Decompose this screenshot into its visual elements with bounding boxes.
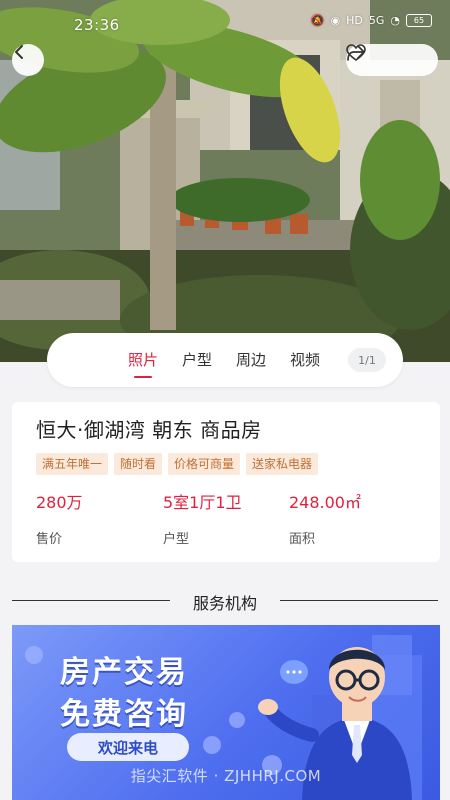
section-title: 服务机构 (192, 594, 257, 613)
wifi-icon: ◔ (390, 14, 400, 27)
photo-counter: 1/1 (348, 348, 386, 372)
layout-label: 户型 (163, 532, 190, 547)
consultation-banner[interactable]: 房产交易 免费咨询 欢迎来电 指尖汇软件 · ZJHHRJ.COM (12, 625, 440, 800)
tag: 价格可商量 (168, 453, 241, 475)
status-time: 23:36 (74, 16, 120, 34)
listing-title: 恒大·御湖湾 朝东 商品房 (36, 418, 262, 442)
signal-icon: 5G (368, 14, 385, 27)
favorite-button[interactable] (346, 44, 429, 74)
top-actions (346, 44, 438, 76)
tab-video[interactable]: 视频 (290, 333, 320, 387)
listing-photo[interactable]: 23:36 🔕 ◉ HD 5G ◔ 65 (0, 0, 450, 362)
price-value: 280万 (36, 493, 83, 512)
watermark-text: 指尖汇软件 · ZJHHRJ.COM (130, 767, 322, 785)
mute-icon: 🔕 (310, 14, 325, 27)
area-stat: 248.00㎡ 面积 (289, 489, 361, 547)
media-tabs: 照片 户型 周边 视频 1/1 (47, 333, 403, 387)
tag: 随时看 (114, 453, 163, 475)
back-button[interactable] (12, 44, 44, 76)
alarm-icon: ◉ (330, 14, 341, 27)
battery-icon: 65 (406, 14, 432, 27)
price-label: 售价 (36, 532, 63, 547)
hd-icon: HD (346, 14, 363, 27)
tab-photos[interactable]: 照片 (128, 333, 158, 387)
heart-icon (346, 44, 366, 61)
service-section-heading: 服务机构 (12, 588, 438, 613)
call-us-button[interactable]: 欢迎来电 (67, 733, 189, 761)
banner-headline-2: 免费咨询 (60, 697, 188, 732)
banner-headline-1: 房产交易 (60, 655, 188, 690)
price-stat: 280万 售价 (36, 489, 83, 547)
layout-value: 5室1厅1卫 (163, 493, 242, 512)
tag: 满五年唯一 (36, 453, 109, 475)
tab-floorplan[interactable]: 户型 (182, 333, 212, 387)
listing-info-card: 恒大·御湖湾 朝东 商品房 满五年唯一 随时看 价格可商量 送家私电器 280万… (12, 402, 440, 562)
area-label: 面积 (289, 532, 316, 547)
chevron-left-icon (15, 45, 23, 59)
area-value: 248.00㎡ (289, 493, 361, 512)
tab-surroundings[interactable]: 周边 (236, 333, 266, 387)
divider (280, 600, 438, 601)
tag: 送家私电器 (246, 453, 319, 475)
status-bar: 23:36 🔕 ◉ HD 5G ◔ 65 (0, 0, 450, 50)
status-icons: 🔕 ◉ HD 5G ◔ 65 (311, 14, 432, 27)
layout-stat: 5室1厅1卫 户型 (163, 489, 242, 547)
listing-tags: 满五年唯一 随时看 价格可商量 送家私电器 (36, 453, 319, 475)
